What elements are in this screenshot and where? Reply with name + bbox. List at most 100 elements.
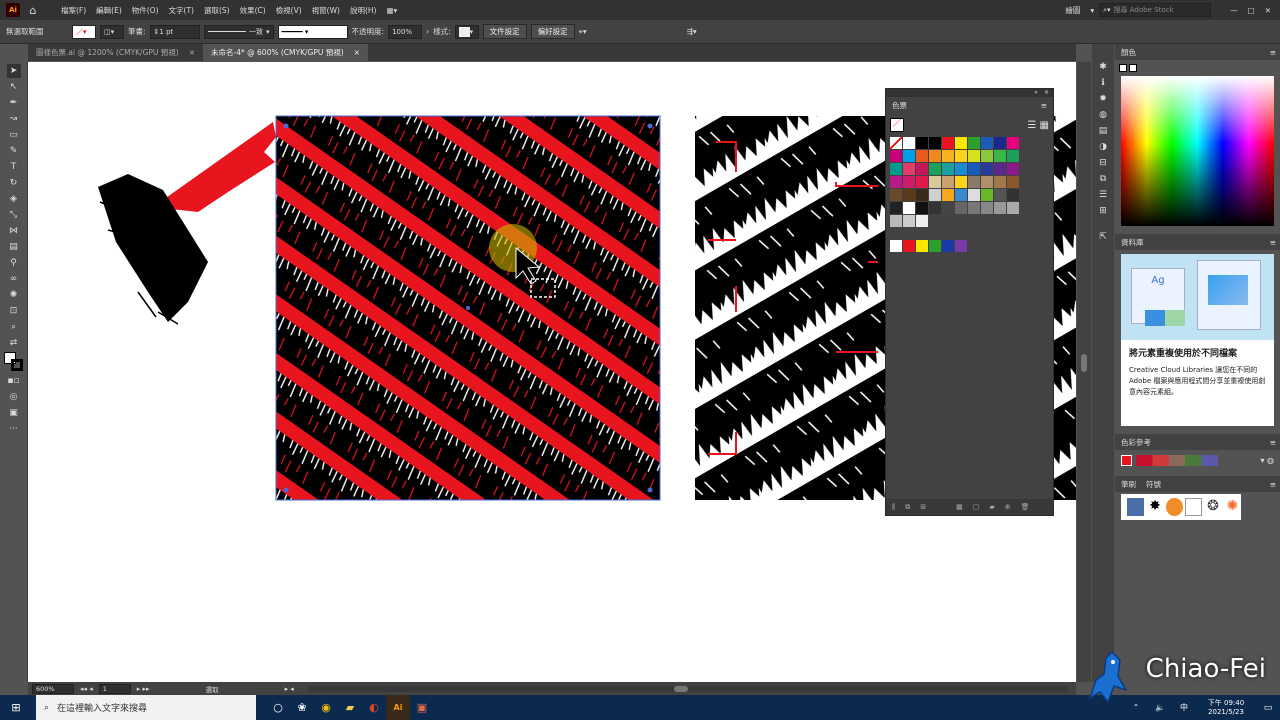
new-swatch-icon[interactable]: ⊕ bbox=[1005, 503, 1011, 511]
collapse-panel-icon[interactable]: » bbox=[1034, 89, 1038, 97]
color-swatch[interactable] bbox=[890, 215, 902, 227]
stroke-swatch[interactable]: ◫▾ bbox=[100, 24, 124, 39]
scroll-thumb[interactable] bbox=[1081, 354, 1087, 372]
color-swatch[interactable] bbox=[994, 150, 1006, 162]
color-swatch[interactable] bbox=[890, 137, 902, 149]
close-window-button[interactable]: ✕ bbox=[1260, 6, 1276, 15]
zoom-tool-icon[interactable]: ⌕ bbox=[7, 320, 21, 334]
color-swatch[interactable] bbox=[890, 163, 902, 175]
color-swatch[interactable] bbox=[903, 189, 915, 201]
symbol-orange[interactable] bbox=[1165, 498, 1183, 516]
eyedropper-tool-icon[interactable]: ⚲ bbox=[7, 256, 21, 270]
color-swatch[interactable] bbox=[916, 240, 928, 252]
fill-stroke-swatch-icon[interactable]: ／ bbox=[890, 118, 904, 132]
color-swatch[interactable] bbox=[903, 137, 915, 149]
symbol-splat[interactable]: ✸ bbox=[1146, 498, 1163, 516]
color-swatch[interactable] bbox=[981, 176, 993, 188]
clock[interactable]: 下午 09:40 2021/5/23 bbox=[1196, 699, 1256, 717]
color-guide-tab[interactable]: 色彩參考 bbox=[1121, 437, 1151, 448]
color-swatch[interactable] bbox=[981, 189, 993, 201]
paintbrush-tool-icon[interactable]: ✎ bbox=[7, 144, 21, 158]
menu-type[interactable]: 文字(T) bbox=[164, 5, 199, 16]
taskbar-search[interactable]: ⌕ 在這裡輸入文字來搜尋 bbox=[36, 695, 256, 720]
color-swatch[interactable] bbox=[942, 163, 954, 175]
panel-menu-icon[interactable]: ≡ bbox=[1270, 480, 1276, 489]
color-swatch[interactable] bbox=[994, 202, 1006, 214]
home-icon[interactable]: ⌂ bbox=[26, 3, 40, 17]
artboards-icon[interactable]: ⊞ bbox=[1096, 204, 1110, 218]
screen-mode-icon[interactable]: ▣ bbox=[7, 406, 21, 420]
h-scroll-thumb[interactable] bbox=[673, 685, 688, 692]
swatches-tab[interactable]: 色票 bbox=[892, 100, 907, 111]
fill-mini-icon[interactable] bbox=[1119, 64, 1127, 72]
menu-object[interactable]: 物件(O) bbox=[127, 5, 164, 16]
color-swatch[interactable] bbox=[955, 240, 967, 252]
color-swatch[interactable] bbox=[955, 202, 967, 214]
eraser-tool-icon[interactable]: ◈ bbox=[7, 192, 21, 206]
style-swatch[interactable]: ▾ bbox=[454, 24, 479, 39]
color-swatch[interactable] bbox=[890, 176, 902, 188]
harmony-dropdown-icon[interactable]: ▾ ◍ bbox=[1260, 456, 1274, 465]
show-kinds-icon[interactable]: ⧉ bbox=[905, 503, 910, 512]
color-swatch[interactable] bbox=[955, 163, 967, 175]
stroke-mini-icon[interactable] bbox=[1129, 64, 1137, 72]
document-setup-button[interactable]: 文件設定 bbox=[482, 24, 527, 39]
gradient-tool-icon[interactable]: ▤ bbox=[7, 240, 21, 254]
selection-tool-icon[interactable]: ➤ bbox=[6, 64, 21, 78]
color-swatch[interactable] bbox=[955, 137, 967, 149]
preferences-button[interactable]: 偏好設定 bbox=[530, 24, 575, 39]
chrome-icon[interactable]: ◉ bbox=[314, 695, 338, 720]
rectangle-tool-icon[interactable]: ▭ bbox=[7, 128, 21, 142]
properties-icon[interactable]: ✱ bbox=[1096, 60, 1110, 74]
illustrator-taskbar-icon[interactable]: Ai bbox=[386, 695, 410, 720]
color-swatch[interactable] bbox=[968, 202, 980, 214]
scale-tool-icon[interactable]: ⤡ bbox=[7, 208, 21, 222]
color-swatch[interactable] bbox=[903, 240, 915, 252]
color-swatch[interactable] bbox=[916, 189, 928, 201]
color-swatch[interactable] bbox=[1007, 176, 1019, 188]
artboard-tool-icon[interactable]: ⊡ bbox=[7, 304, 21, 318]
color-swatch[interactable] bbox=[981, 150, 993, 162]
workspace-chevron-icon[interactable]: ▾ bbox=[1085, 6, 1099, 15]
brush-stroke-sample[interactable] bbox=[98, 122, 276, 325]
symbol-wreath[interactable]: ❂ bbox=[1204, 498, 1221, 516]
menu-view[interactable]: 檢視(V) bbox=[271, 5, 307, 16]
color-swatch[interactable] bbox=[981, 163, 993, 175]
swap-fill-stroke-icon[interactable]: ⇄ bbox=[7, 336, 21, 350]
color-swatch[interactable] bbox=[981, 137, 993, 149]
arrange-docs-icon[interactable]: ▦▾ bbox=[381, 6, 402, 15]
close-tab-icon[interactable]: × bbox=[354, 48, 360, 57]
stroke-weight-input[interactable]: ⇕ 1 pt bbox=[149, 24, 200, 39]
pattern-square-selected[interactable] bbox=[275, 115, 661, 501]
new-group-icon[interactable]: ▢ bbox=[973, 503, 980, 511]
color-swatch[interactable] bbox=[955, 150, 967, 162]
tab-untitled-4[interactable]: 未命名-4* @ 600% (CMYK/GPU 預視) × bbox=[203, 44, 368, 61]
brush-definition-dropdown[interactable]: ━━━━━ ▾ bbox=[277, 24, 348, 39]
new-folder-icon[interactable]: ▰ bbox=[989, 503, 994, 511]
blend-tool-icon[interactable]: ∞ bbox=[7, 272, 21, 286]
opacity-chevron-icon[interactable]: › bbox=[426, 27, 429, 36]
color-swatch[interactable] bbox=[929, 150, 941, 162]
align-icon[interactable]: ⊟ bbox=[1096, 156, 1110, 170]
arrange-icon[interactable]: ⇶▾ bbox=[687, 27, 697, 36]
symbol-banner[interactable] bbox=[1127, 498, 1145, 516]
menu-effect[interactable]: 效果(C) bbox=[235, 5, 271, 16]
close-panel-icon[interactable]: × bbox=[1044, 89, 1049, 97]
close-tab-icon[interactable]: × bbox=[189, 48, 195, 57]
gradient-panel-icon[interactable]: ▤ bbox=[1096, 124, 1110, 138]
color-swatch[interactable] bbox=[916, 215, 928, 227]
color-swatch[interactable] bbox=[968, 176, 980, 188]
color-swatch[interactable] bbox=[994, 176, 1006, 188]
delete-swatch-icon[interactable]: 🗑 bbox=[1021, 503, 1030, 511]
color-swatch[interactable] bbox=[916, 202, 928, 214]
pen-tool-icon[interactable]: ✒ bbox=[7, 96, 21, 110]
color-swatch[interactable] bbox=[929, 240, 941, 252]
color-swatch[interactable] bbox=[903, 176, 915, 188]
fill-swatch[interactable]: ／▾ bbox=[72, 24, 96, 39]
layers-icon[interactable]: ☰ bbox=[1096, 188, 1110, 202]
horizontal-scrollbar[interactable] bbox=[307, 685, 1068, 692]
color-swatch[interactable] bbox=[968, 163, 980, 175]
zoom-dropdown[interactable]: 600% bbox=[32, 683, 74, 694]
pathfinder-icon[interactable]: ⧉ bbox=[1096, 172, 1110, 186]
menu-help[interactable]: 說明(H) bbox=[345, 5, 382, 16]
